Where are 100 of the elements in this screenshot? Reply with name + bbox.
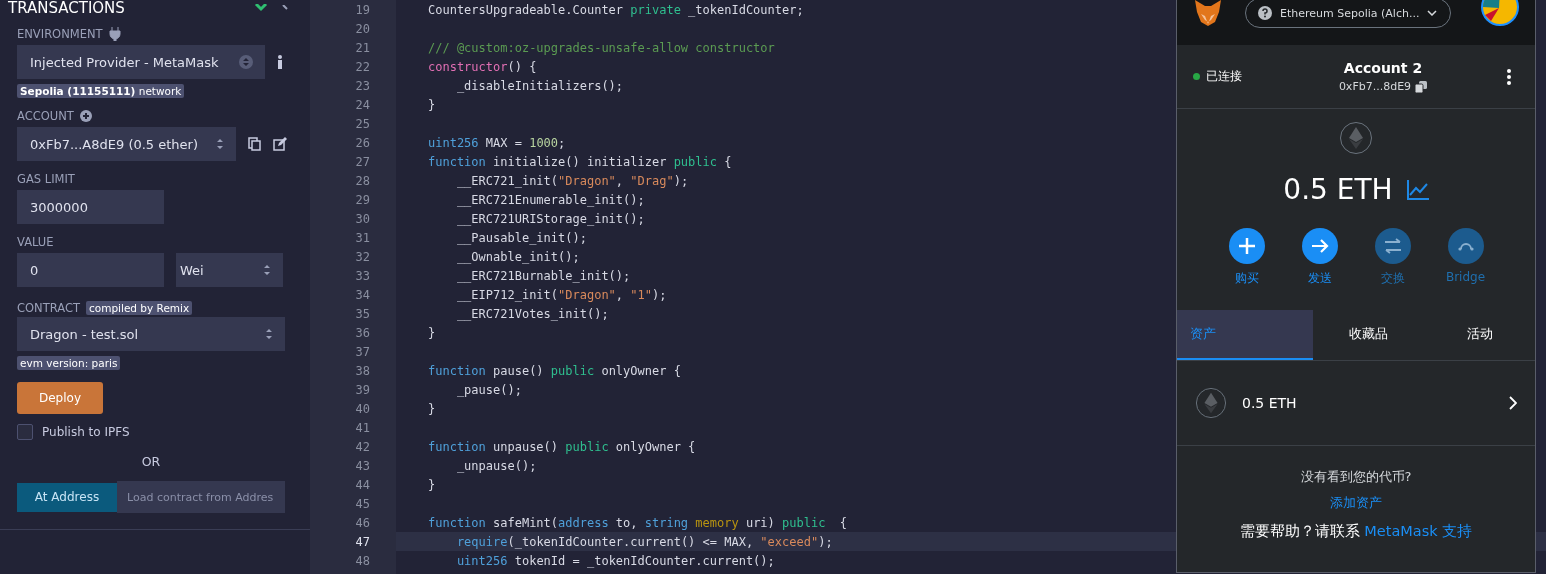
field-label: ENVIRONMENT (17, 27, 103, 41)
code-line: } (428, 97, 436, 112)
line-number: 39 (354, 382, 370, 397)
chart-icon[interactable] (1406, 179, 1429, 200)
chevron-right-icon (1509, 396, 1517, 410)
plus-circle-icon[interactable] (79, 110, 92, 122)
swap-icon (1383, 238, 1402, 254)
updown-arrows-icon (265, 327, 273, 341)
checkbox-label: Publish to IPFS (42, 425, 130, 439)
unit-select[interactable]: Wei (176, 253, 283, 287)
tab[interactable]: 收藏品 (1313, 310, 1424, 360)
address-field[interactable]: Load contract from Addres (117, 481, 285, 513)
line-number: 40 (354, 401, 370, 416)
line-number: 24 (354, 97, 370, 112)
help-text: 需要帮助？请联系 MetaMask 支持 (1239, 522, 1473, 541)
arrow-right-icon (1310, 238, 1329, 254)
code-line: function safeMint(address to, string memory uri) public { (428, 515, 848, 530)
code-line: require(_tokenIdCounter.current() <= MAX, "exceed"); (455, 534, 833, 549)
evm-badge: evm version: paris (17, 356, 121, 370)
line-number: 32 (354, 249, 370, 264)
line-number: 33 (354, 268, 370, 283)
fox-icon (1193, 0, 1223, 26)
info-icon[interactable] (277, 55, 283, 69)
code-line: __ERC721Enumerable_init(); (455, 192, 645, 207)
line-number: 25 (354, 116, 370, 131)
copy-icon[interactable] (1415, 80, 1428, 93)
chevron-down-icon (1427, 10, 1438, 16)
line-number: 46 (354, 515, 370, 530)
line-number: 45 (354, 496, 370, 511)
code-line: } (428, 477, 436, 492)
asset-row[interactable]: 0.5 ETH (1177, 361, 1535, 446)
updown-arrows-icon (239, 55, 253, 69)
account-name[interactable]: Account 2 (1343, 60, 1423, 76)
code-line: __ERC721URIStorage_init(); (455, 211, 645, 226)
code-line: function unpause() public onlyOwner { (428, 439, 696, 454)
contract-select[interactable]: Dragon - test.sol (17, 317, 285, 351)
field-label: ACCOUNT (17, 109, 74, 123)
compiler-badge: compiled by Remix (85, 301, 193, 315)
line-number: 31 (354, 230, 370, 245)
line-number: 19 (354, 2, 370, 17)
plus-icon (1237, 237, 1256, 255)
field-label: GAS LIMIT (17, 172, 75, 186)
code-line: uint256 MAX = 1000; (428, 135, 566, 150)
code-line: _disableInitializers(); (455, 78, 624, 93)
edit-icon[interactable] (273, 137, 287, 151)
support-link[interactable]: MetaMask 支持 (1364, 523, 1473, 539)
line-number: 23 (354, 78, 370, 93)
code-line: __Ownable_init(); (455, 249, 580, 264)
tab[interactable]: 活动 (1424, 310, 1535, 360)
line-number: 36 (354, 325, 370, 340)
line-number: 48 (354, 553, 370, 568)
value-field[interactable]: 0 (17, 253, 164, 287)
panel-title: TRANSACTIONS (8, 0, 125, 16)
account-address: 0xFb7...8dE9 (1338, 80, 1412, 93)
account-select[interactable]: 0xFb7...A8dE9 (0.5 ether) (17, 127, 236, 161)
code-line: constructor() { (428, 59, 537, 74)
missing-tokens-text: 没有看到您的代币? (1300, 468, 1412, 486)
line-number: 37 (354, 344, 370, 359)
line-number: 47 (354, 534, 370, 549)
at-address-button[interactable]: At Address (17, 482, 117, 512)
code-line: function initialize() initializer public { (428, 154, 732, 169)
line-number: 35 (354, 306, 370, 321)
code-line: __EIP712_init("Dragon", "1"); (455, 287, 667, 302)
line-number: 26 (354, 135, 370, 150)
or-text: OR (141, 454, 161, 469)
check-icon (254, 4, 268, 12)
question-icon (1258, 6, 1272, 20)
code-line: _pause(); (455, 382, 522, 397)
line-number: 30 (354, 211, 370, 226)
line-number: 34 (354, 287, 370, 302)
ethereum-icon (1339, 121, 1373, 155)
line-number: 29 (354, 192, 370, 207)
line-number: 27 (354, 154, 370, 169)
plug-icon (108, 27, 121, 41)
gas-limit-field[interactable]: 3000000 (17, 190, 164, 224)
ethereum-icon (1195, 387, 1227, 419)
code-line: __Pausable_init(); (455, 230, 587, 245)
copy-icon[interactable] (248, 137, 261, 151)
bridge-icon (1456, 241, 1475, 251)
checkbox[interactable] (17, 424, 33, 440)
code-line: _unpause(); (455, 458, 537, 473)
line-number: 21 (354, 40, 370, 55)
code-line: /// @custom:oz-upgrades-unsafe-allow constructor (428, 40, 775, 55)
code-line: __ERC721Burnable_init(); (455, 268, 631, 283)
more-menu-icon[interactable] (1507, 68, 1511, 85)
add-asset-link[interactable]: 添加资产 (1330, 494, 1382, 512)
environment-select[interactable]: Injected Provider - MetaMask (17, 45, 265, 79)
line-number: 38 (354, 363, 370, 378)
line-number: 28 (354, 173, 370, 188)
line-number: 42 (354, 439, 370, 454)
field-label: VALUE (17, 235, 54, 249)
line-number: 44 (354, 477, 370, 492)
line-number: 43 (354, 458, 370, 473)
tab[interactable]: 资产 (1177, 310, 1313, 360)
field-label: CONTRACT (17, 301, 80, 315)
code-line: CountersUpgradeable.Counter private _tokenIdCounter; (428, 2, 804, 17)
network-badge: Sepolia (11155111) network (17, 84, 185, 98)
line-number: 22 (354, 59, 370, 74)
code-line: } (428, 401, 436, 416)
code-line: __ERC721Votes_init(); (455, 306, 609, 321)
